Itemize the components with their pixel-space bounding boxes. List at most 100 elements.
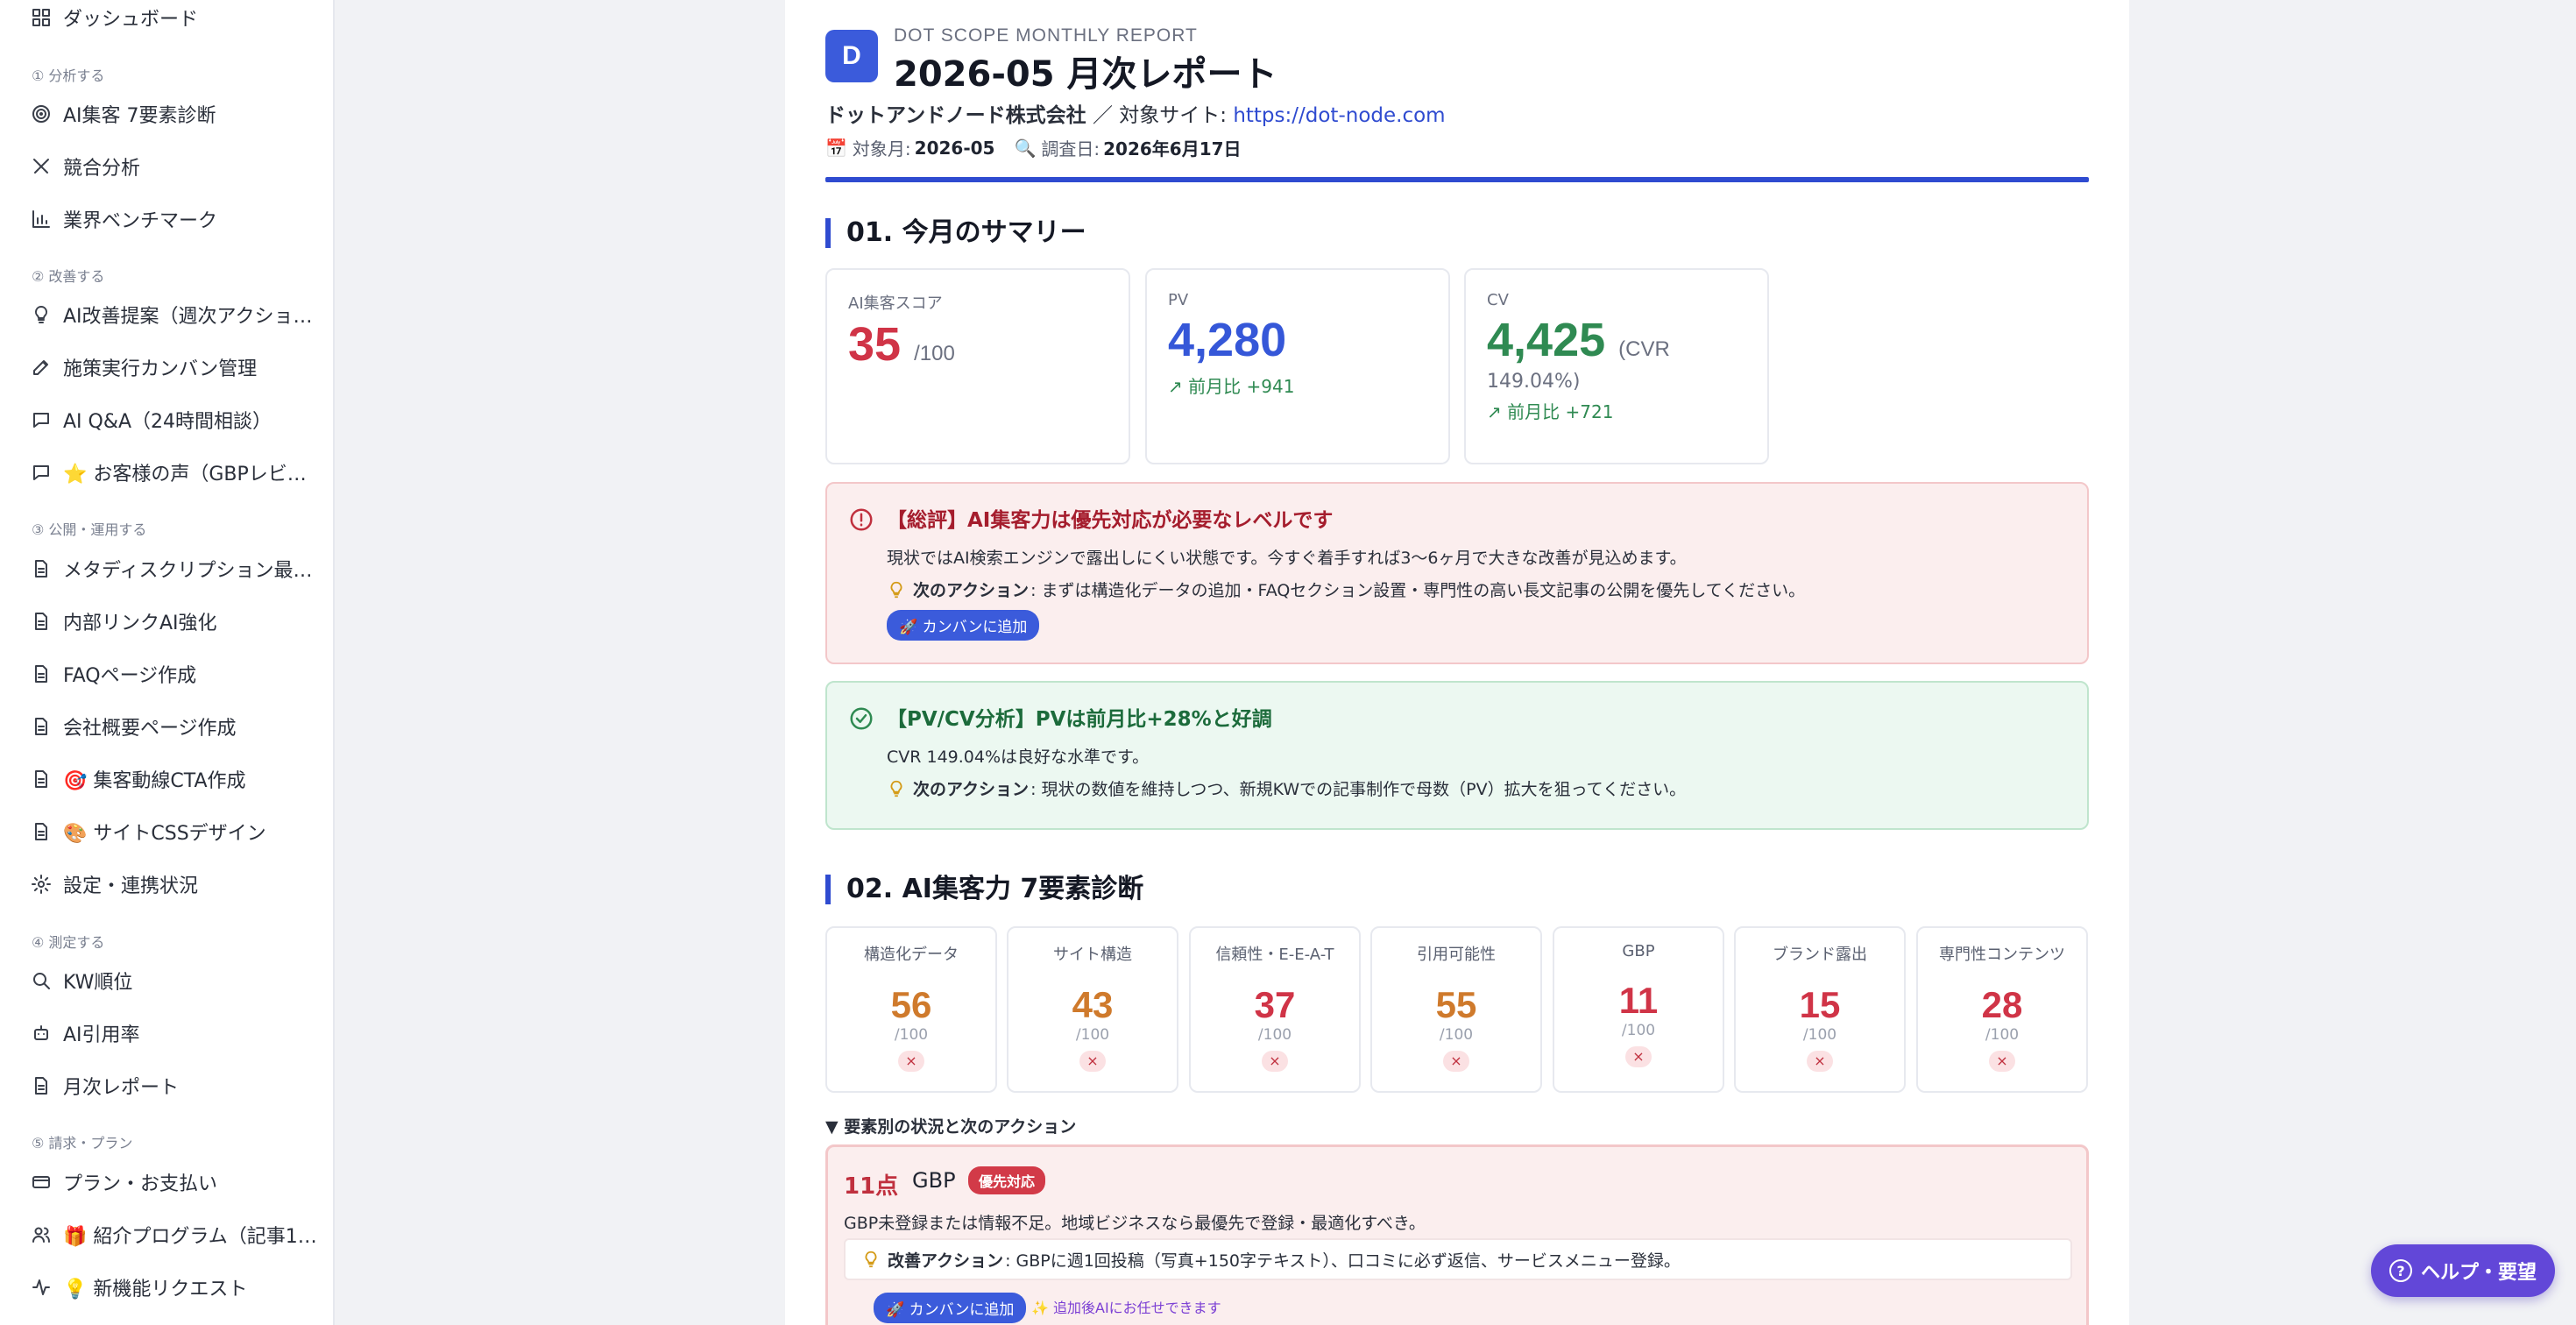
kpi-value: 4,280 (1168, 314, 1287, 366)
element-unit: /100 (1257, 1026, 1292, 1044)
element-detail-gbp: 11点 GBP 優先対応 GBP未登録または情報不足。地域ビジネスなら最優先で登… (825, 1144, 2089, 1325)
chat-icon (30, 408, 53, 431)
sidebar-item-ai-citation[interactable]: AI引用率 (30, 1016, 140, 1051)
sidebar-section-measure: ④ 測定する (32, 934, 105, 951)
sidebar: ダッシュボード ① 分析する AI集客 7要素診断 競合分析 業界ベンチマーク … (0, 0, 335, 1325)
chat-icon (30, 461, 53, 484)
sidebar-item-label: 内部リンクAI強化 (63, 613, 217, 634)
check-circle-icon (850, 707, 873, 730)
element-card-brand[interactable]: ブランド露出 15 /100 × (1734, 926, 1906, 1093)
element-card-site-structure[interactable]: サイト構造 43 /100 × (1007, 926, 1178, 1093)
credit-card-icon (30, 1171, 53, 1194)
action-label: 次のアクション (913, 780, 1030, 799)
element-card-citability[interactable]: 引用可能性 55 /100 × (1370, 926, 1542, 1093)
add-to-kanban-button[interactable]: 🚀 カンバンに追加 (874, 1293, 1027, 1323)
element-unit: /100 (1439, 1026, 1474, 1044)
help-button[interactable]: ? ヘルプ・要望 (2371, 1244, 2555, 1297)
element-score: 11 (1618, 980, 1659, 1021)
month-value: 2026-05 (914, 137, 995, 159)
activity-icon (30, 1276, 53, 1299)
alert-pv-cv: 【PV/CV分析】PVは前月比+28%と好調 CVR 149.04%は良好な水準… (825, 681, 2089, 830)
sidebar-item-label: 会社概要ページ作成 (63, 718, 237, 740)
sidebar-item-css-design[interactable]: 🎨 サイトCSSデザイン (30, 814, 266, 849)
document-icon (30, 662, 53, 685)
sidebar-item-company-page[interactable]: 会社概要ページ作成 (30, 709, 237, 744)
sidebar-item-feature-request[interactable]: 💡 新機能リクエスト (30, 1270, 247, 1305)
company-line: ドットアンドノード株式会社 ／ 対象サイト: https://dot-node.… (825, 98, 1446, 128)
element-card-expertise[interactable]: 専門性コンテンツ 28 /100 × (1916, 926, 2088, 1093)
element-unit: /100 (1621, 1022, 1656, 1039)
element-card-structured-data[interactable]: 構造化データ 56 /100 × (825, 926, 997, 1093)
add-to-kanban-button[interactable]: 🚀 カンバンに追加 (887, 610, 1040, 641)
trend-up-icon: ↗ (1487, 401, 1502, 422)
alert-action: 次のアクション : まずは構造化データの追加・FAQセクション設置・専門性の高い… (887, 577, 2063, 601)
kpi-card-ai-score: AI集客スコア 35 /100 (825, 268, 1130, 464)
sidebar-item-label: 🎁 紹介プログラム（記事1… (63, 1226, 317, 1248)
sidebar-item-label: 競合分析 (63, 158, 141, 180)
sidebar-item-internal-link[interactable]: 内部リンクAI強化 (30, 604, 217, 639)
alert-circle-icon (850, 508, 873, 531)
survey-label: 調査日: (1041, 138, 1100, 159)
sidebar-item-settings[interactable]: 設定・連携状況 (30, 867, 198, 902)
sidebar-section-billing: ⑤ 請求・プラン (32, 1135, 133, 1151)
element-label: 構造化データ (864, 946, 959, 964)
kpi-unit: (CVR (1618, 337, 1670, 361)
element-label: ブランド露出 (1773, 946, 1867, 964)
section-heading-diagnosis: 02. AI集客力 7要素診断 (825, 875, 1143, 904)
sidebar-item-faq[interactable]: FAQページ作成 (30, 656, 196, 691)
site-link[interactable]: https://dot-node.com (1233, 104, 1445, 127)
sidebar-item-kanban[interactable]: 施策実行カンバン管理 (30, 350, 257, 385)
sidebar-item-label: FAQページ作成 (63, 665, 197, 687)
sidebar-item-reviews[interactable]: ⭐ お客様の声（GBPレビ… (30, 455, 307, 490)
sidebar-item-dashboard[interactable]: ダッシュボード (30, 0, 198, 35)
sidebar-item-label: 💡 新機能リクエスト (63, 1279, 248, 1300)
alert-body: CVR 149.04%は良好な水準です。 (887, 748, 1150, 767)
sidebar-item-kw-rank[interactable]: KW順位 (30, 963, 132, 998)
fail-mark-icon: × (1262, 1051, 1288, 1072)
swords-icon (30, 155, 53, 178)
sidebar-item-label: AI改善提案（週次アクショ… (63, 306, 313, 328)
sidebar-item-ai-qa[interactable]: AI Q&A（24時間相談） (30, 402, 272, 437)
kpi-label: PV (1168, 291, 1189, 309)
sidebar-item-label: KW順位 (63, 972, 133, 994)
ai-auto-note: ✨ 追加後AIにお任せできます (1031, 1300, 1221, 1316)
sidebar-item-ai-diagnosis[interactable]: AI集客 7要素診断 (30, 96, 216, 131)
sidebar-item-referral[interactable]: 🎁 紹介プログラム（記事1… (30, 1217, 317, 1252)
sidebar-item-ai-proposal[interactable]: AI改善提案（週次アクショ… (30, 297, 312, 332)
element-details-toggle[interactable]: ▼ 要素別の状況と次のアクション (825, 1114, 1076, 1137)
sidebar-section-analyze: ① 分析する (32, 67, 105, 84)
kpi-delta: ↗ 前月比 +721 (1487, 398, 1746, 423)
section-heading-summary: 01. 今月のサマリー (825, 218, 1086, 248)
gear-icon (30, 873, 53, 896)
sidebar-item-monthly-report[interactable]: 月次レポート (30, 1068, 179, 1103)
month-label: 対象月: (852, 138, 911, 159)
sidebar-section-publish: ③ 公開・運用する (32, 521, 147, 538)
element-unit: /100 (894, 1026, 929, 1044)
kpi-card-pv: PV 4,280 ↗ 前月比 +941 (1145, 268, 1450, 464)
element-card-eeat[interactable]: 信頼性・E-E-A-T 37 /100 × (1189, 926, 1361, 1093)
sidebar-item-plan[interactable]: プラン・お支払い (30, 1165, 217, 1200)
sidebar-item-cta[interactable]: 🎯 集客動線CTA作成 (30, 762, 246, 797)
sidebar-item-label: ダッシュボード (63, 9, 199, 31)
survey-value: 2026年6月17日 (1103, 138, 1242, 159)
improve-label: 改善アクション (888, 1251, 1004, 1271)
target-icon (30, 103, 53, 125)
element-score: 15 (1799, 984, 1841, 1025)
kpi-value: 35 (848, 318, 902, 371)
element-label: 信頼性・E-E-A-T (1215, 946, 1334, 964)
report-logo: D (825, 30, 878, 82)
sidebar-item-benchmark[interactable]: 業界ベンチマーク (30, 202, 217, 237)
kpi-value-wrap: 35 /100 (848, 317, 1108, 372)
detail-description: GBP未登録または情報不足。地域ビジネスなら最優先で登録・最適化すべき。 (844, 1214, 1426, 1233)
sidebar-item-label: ⭐ お客様の声（GBPレビ… (63, 464, 307, 485)
magnifier-icon: 🔍 (1014, 137, 1037, 159)
sidebar-item-competitor[interactable]: 競合分析 (30, 149, 140, 184)
sidebar-item-meta-description[interactable]: メタディスクリプション最… (30, 551, 312, 586)
kpi-card-cv: CV 4,425 (CVR 149.04%) ↗ 前月比 +721 (1464, 268, 1769, 464)
lightbulb-icon (865, 1251, 877, 1268)
sidebar-item-label: メタディスクリプション最… (63, 560, 313, 582)
kpi-delta-text: 前月比 +941 (1188, 376, 1295, 397)
element-card-gbp[interactable]: GBP 11 /100 × (1553, 926, 1724, 1093)
detail-score: 11点 (844, 1173, 899, 1200)
calendar-icon: 📅 (825, 137, 847, 159)
